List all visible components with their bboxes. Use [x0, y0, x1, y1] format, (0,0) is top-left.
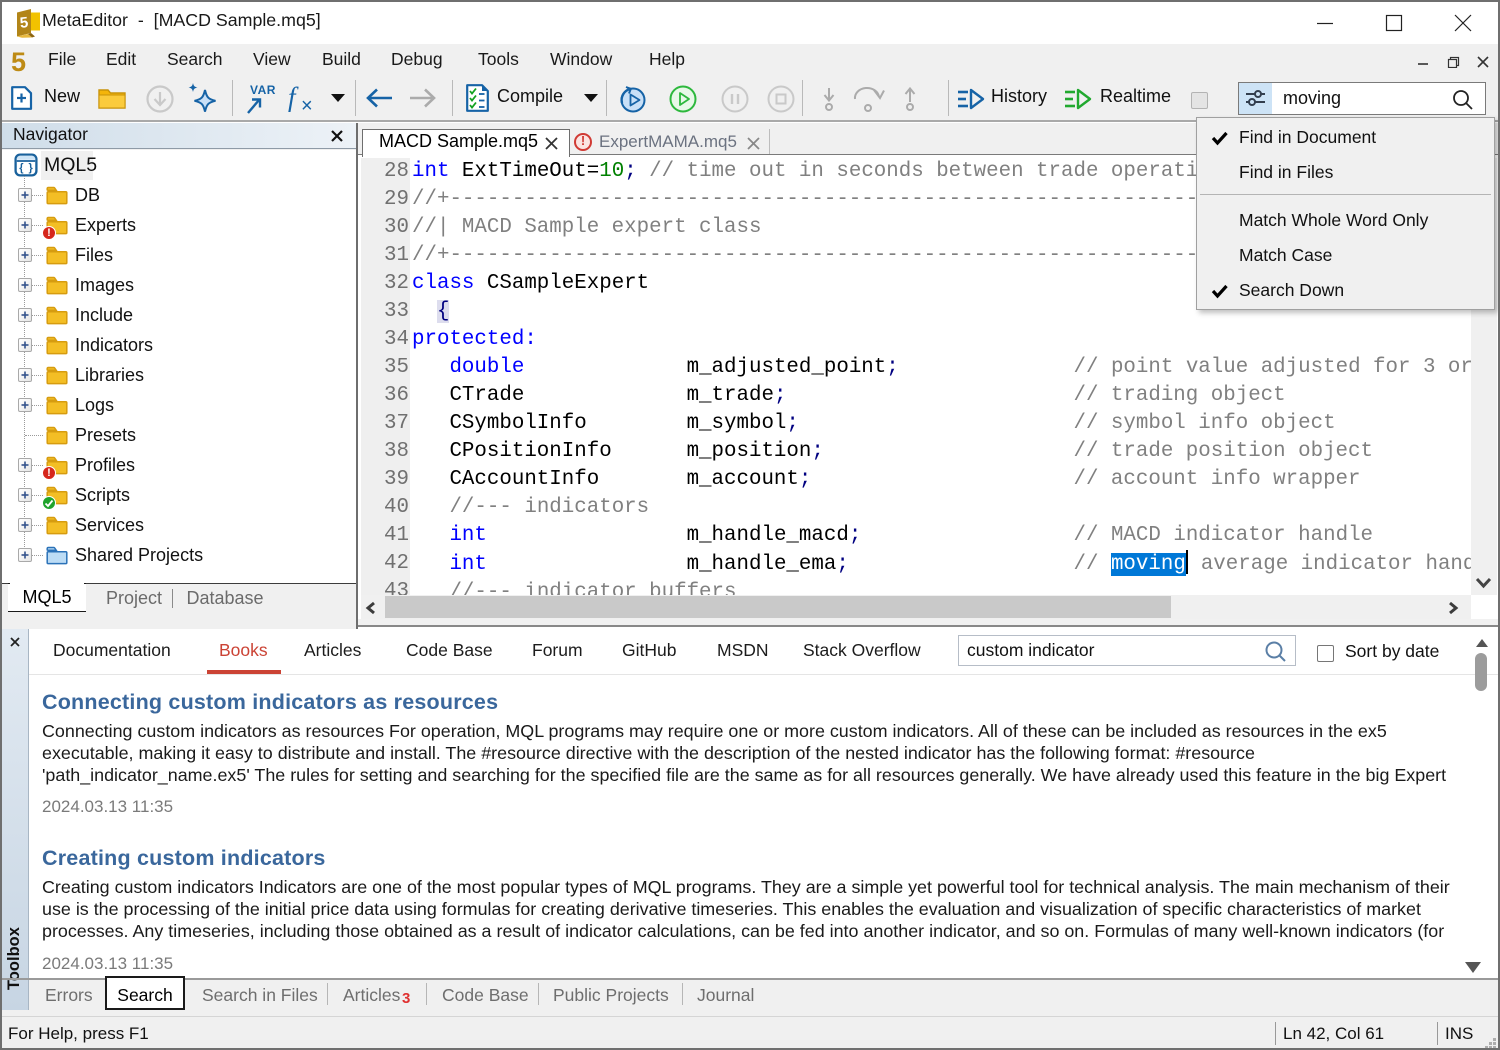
svg-text:5: 5: [19, 14, 29, 32]
svg-text:×: ×: [301, 95, 313, 115]
svg-text:f: f: [288, 83, 299, 112]
svg-text:VAR: VAR: [250, 83, 276, 97]
